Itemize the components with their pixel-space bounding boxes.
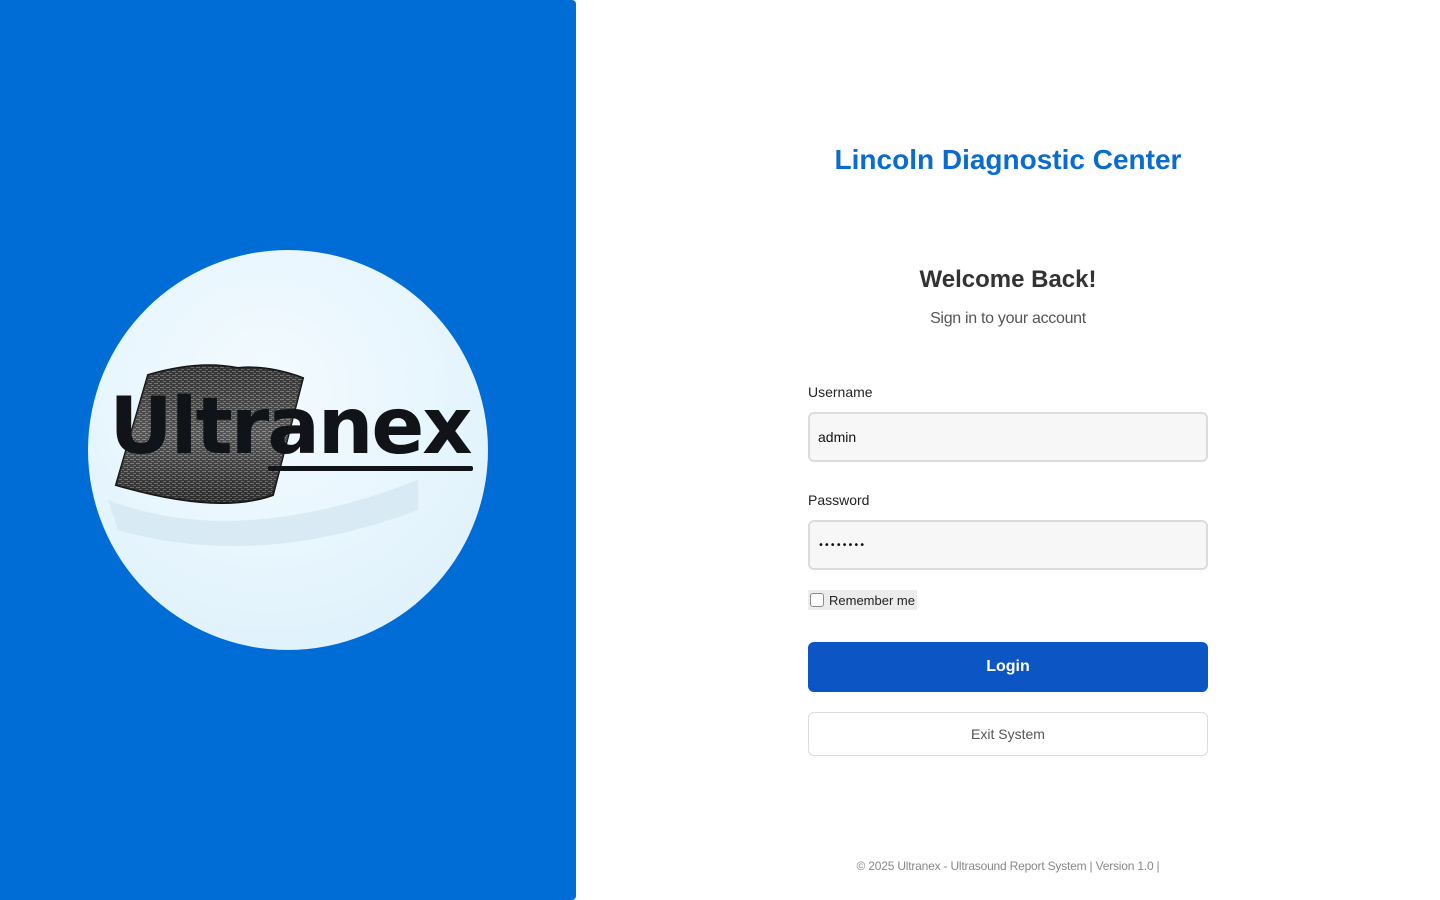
brand-panel: Ultranex bbox=[0, 0, 576, 900]
login-button[interactable]: Login bbox=[808, 642, 1208, 692]
exit-system-button[interactable]: Exit System bbox=[808, 712, 1208, 756]
logo-wordmark: Ultranex bbox=[109, 382, 472, 472]
remember-me-label: Remember me bbox=[829, 592, 915, 608]
password-label: Password bbox=[808, 492, 870, 508]
username-label: Username bbox=[808, 384, 873, 400]
ultranex-logo: Ultranex bbox=[88, 250, 488, 650]
clinic-name: Lincoln Diagnostic Center bbox=[834, 144, 1182, 175]
welcome-title: Welcome Back! bbox=[919, 266, 1097, 293]
login-screen: Ultranex Lincoln Diagnostic Center Welco… bbox=[0, 0, 1440, 900]
remember-me-checkbox[interactable]: Remember me bbox=[808, 590, 917, 610]
footer-text: © 2025 Ultranex - Ultrasound Report Syst… bbox=[856, 859, 1160, 873]
checkbox-icon[interactable] bbox=[810, 593, 824, 607]
login-panel: Lincoln Diagnostic Center Welcome Back! … bbox=[576, 0, 1440, 900]
login-form: Username Password Remember me Login Exit… bbox=[808, 384, 1208, 756]
username-input[interactable] bbox=[808, 412, 1208, 462]
password-input[interactable] bbox=[808, 520, 1208, 570]
welcome-subtitle: Sign in to your account bbox=[930, 310, 1086, 327]
